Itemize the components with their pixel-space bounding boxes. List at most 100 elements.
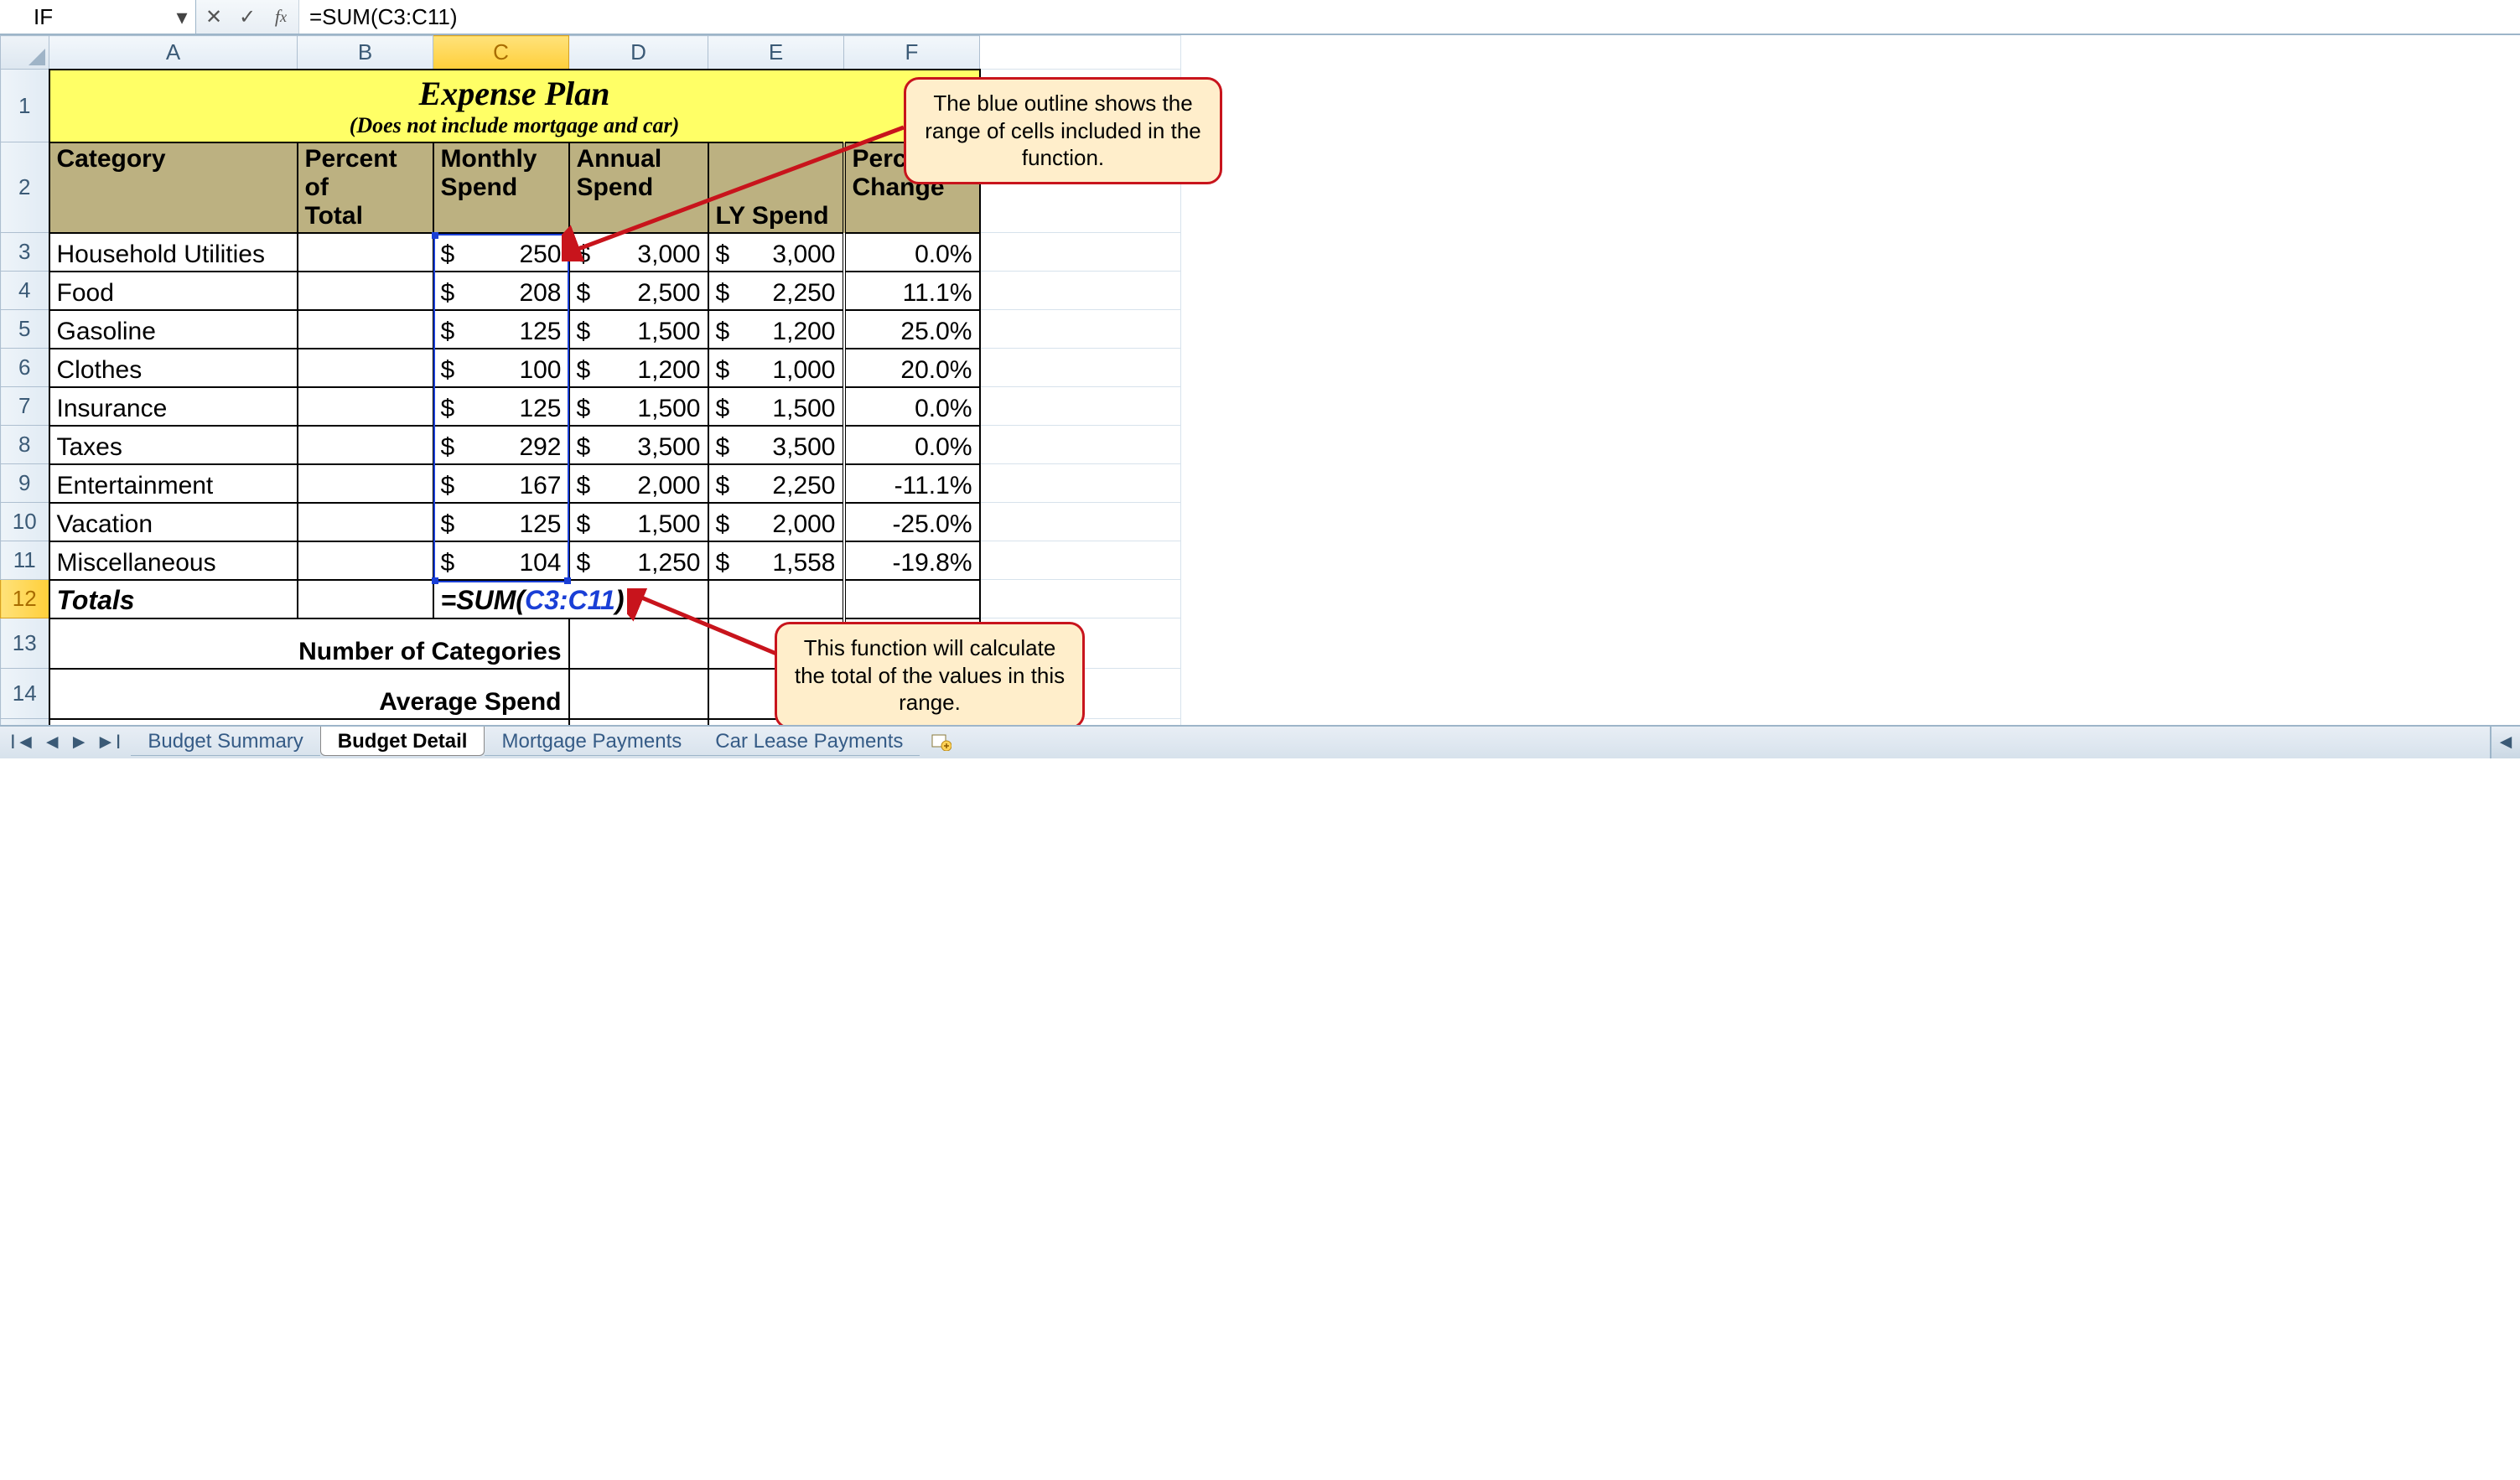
row-header-8[interactable]: 8 [1,426,49,464]
cell-B6[interactable] [298,349,433,387]
cell-F5[interactable]: 25.0% [844,310,980,349]
cell-A11[interactable]: Miscellaneous [49,541,298,580]
cell-F10[interactable]: -25.0% [844,503,980,541]
cell-D9[interactable]: $2,000 [569,464,708,503]
row-header-14[interactable]: 14 [1,669,49,719]
cell-F11[interactable]: -19.8% [844,541,980,580]
row-header-1[interactable]: 1 [1,70,49,142]
row-header-6[interactable]: 6 [1,349,49,387]
tab-nav-last[interactable]: ►I [94,731,122,754]
row-header-4[interactable]: 4 [1,272,49,310]
header-percent-total[interactable]: Percent ofTotal [298,142,433,233]
row-header-13[interactable]: 13 [1,618,49,669]
cell-B7[interactable] [298,387,433,426]
col-header-E[interactable]: E [708,36,844,70]
name-box-dropdown[interactable]: ▾ [174,0,190,34]
cell-F6[interactable]: 20.0% [844,349,980,387]
cell-A10[interactable]: Vacation [49,503,298,541]
cell-C3[interactable]: $250 [433,233,569,272]
row-header-12[interactable]: 12 [1,580,49,618]
cell-D10[interactable]: $1,500 [569,503,708,541]
cell-G12[interactable] [980,580,1181,618]
cell-G4[interactable] [980,272,1181,310]
row-header-5[interactable]: 5 [1,310,49,349]
stats-num[interactable]: Number of Categories [49,618,569,669]
cell-G11[interactable] [980,541,1181,580]
cell-F7[interactable]: 0.0% [844,387,980,426]
cell-A8[interactable]: Taxes [49,426,298,464]
col-header-B[interactable]: B [298,36,433,70]
cell-D4[interactable]: $2,500 [569,272,708,310]
cell-C8[interactable]: $292 [433,426,569,464]
tab-scroll-left[interactable]: ◄ [2490,727,2520,758]
sheet-tab-budget-detail[interactable]: Budget Detail [320,727,485,756]
select-all-triangle[interactable] [1,36,49,70]
cell-G3[interactable] [980,233,1181,272]
col-header-overflow[interactable] [980,36,1181,70]
cell-C11[interactable]: $104 [433,541,569,580]
sheet-tab-car-lease-payments[interactable]: Car Lease Payments [698,727,920,756]
tab-nav-first[interactable]: I◄ [8,731,37,754]
cell-E9[interactable]: $2,250 [708,464,844,503]
cell-G10[interactable] [980,503,1181,541]
cell-E8[interactable]: $3,500 [708,426,844,464]
cell-G5[interactable] [980,310,1181,349]
enter-formula-button[interactable]: ✓ [236,6,258,28]
cell-B8[interactable] [298,426,433,464]
tab-nav-next[interactable]: ► [67,731,91,754]
insert-function-button[interactable]: fx [270,6,292,28]
active-cell-formula[interactable]: =SUM(C3:C11) [433,580,708,618]
cell-A6[interactable]: Clothes [49,349,298,387]
cell-F8[interactable]: 0.0% [844,426,980,464]
col-header-F[interactable]: F [844,36,980,70]
sheet-tab-budget-summary[interactable]: Budget Summary [131,727,319,756]
totals-label[interactable]: Totals [49,580,298,618]
header-ly[interactable]: LY Spend [708,142,844,233]
cell-A9[interactable]: Entertainment [49,464,298,503]
row-header-11[interactable]: 11 [1,541,49,580]
cell-A5[interactable]: Gasoline [49,310,298,349]
cell-B5[interactable] [298,310,433,349]
name-box[interactable]: IF ▾ [0,0,196,34]
cell-A3[interactable]: Household Utilities [49,233,298,272]
cell-F4[interactable]: 11.1% [844,272,980,310]
cell-E4[interactable]: $2,250 [708,272,844,310]
totals-E[interactable] [708,580,844,618]
cell-G6[interactable] [980,349,1181,387]
cell-E10[interactable]: $2,000 [708,503,844,541]
header-category[interactable]: Category [49,142,298,233]
col-header-A[interactable]: A [49,36,298,70]
cell-B11[interactable] [298,541,433,580]
cell-D8[interactable]: $3,500 [569,426,708,464]
cell-E7[interactable]: $1,500 [708,387,844,426]
cell-C4[interactable]: $208 [433,272,569,310]
cell-D13[interactable] [569,618,708,669]
cell-F3[interactable]: 0.0% [844,233,980,272]
cell-B9[interactable] [298,464,433,503]
totals-B[interactable] [298,580,433,618]
cell-F9[interactable]: -11.1% [844,464,980,503]
cell-D14[interactable] [569,669,708,719]
formula-input[interactable]: =SUM(C3:C11) [299,0,2520,34]
cell-E3[interactable]: $3,000 [708,233,844,272]
row-header-7[interactable]: 7 [1,387,49,426]
cell-D6[interactable]: $1,200 [569,349,708,387]
sheet-tab-mortgage-payments[interactable]: Mortgage Payments [485,727,698,756]
cell-B3[interactable] [298,233,433,272]
cell-D5[interactable]: $1,500 [569,310,708,349]
header-annual[interactable]: AnnualSpend [569,142,708,233]
cell-B10[interactable] [298,503,433,541]
cell-C9[interactable]: $167 [433,464,569,503]
row-header-2[interactable]: 2 [1,142,49,233]
row-header-9[interactable]: 9 [1,464,49,503]
cell-D7[interactable]: $1,500 [569,387,708,426]
cell-C6[interactable]: $100 [433,349,569,387]
col-header-C[interactable]: C [433,36,569,70]
totals-F[interactable] [844,580,980,618]
header-monthly[interactable]: MonthlySpend [433,142,569,233]
cancel-formula-button[interactable]: ✕ [203,6,225,28]
insert-sheet-icon[interactable] [931,733,951,752]
cell-E5[interactable]: $1,200 [708,310,844,349]
tab-nav-prev[interactable]: ◄ [40,731,64,754]
cell-G8[interactable] [980,426,1181,464]
